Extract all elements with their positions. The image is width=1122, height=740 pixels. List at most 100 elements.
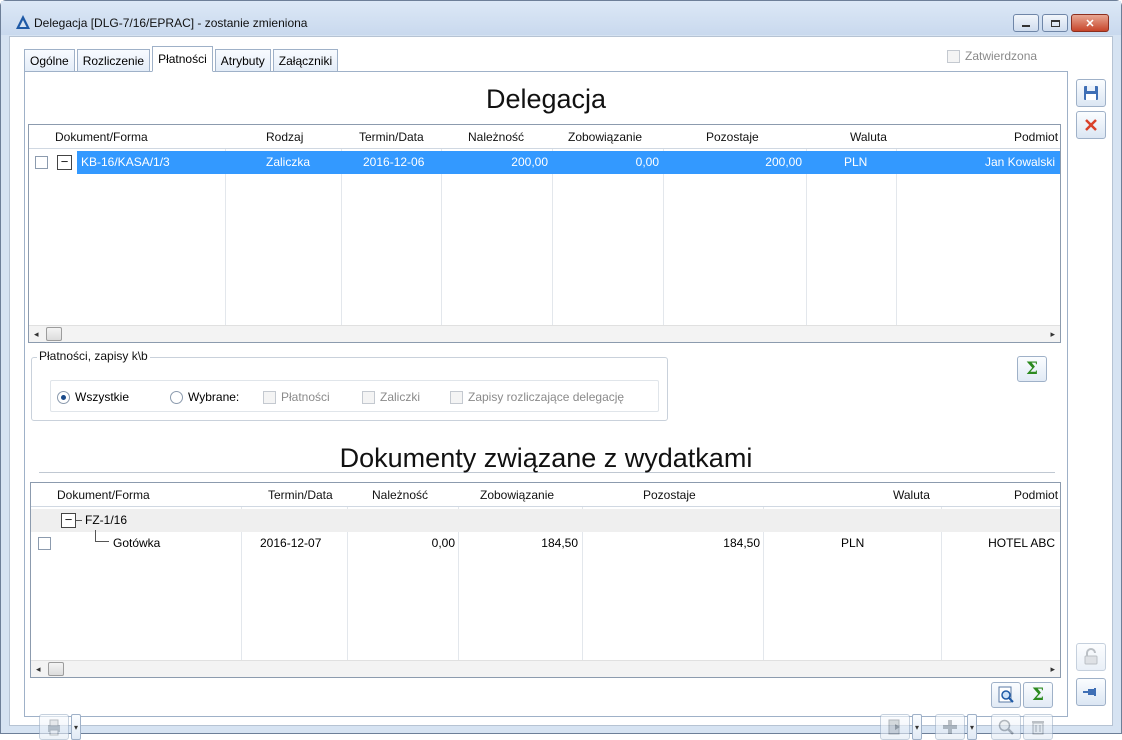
scroll-left-icon[interactable]: ◂ <box>36 661 41 677</box>
payments-grid[interactable]: Dokument/Forma Rodzaj Termin/Data Należn… <box>28 124 1061 343</box>
padlock-icon <box>1084 648 1098 665</box>
open-document-button[interactable] <box>880 714 910 740</box>
tab-rozliczenie[interactable]: Rozliczenie <box>76 49 151 72</box>
dialog-client: Ogólne Rozliczenie Płatności Atrybuty Za… <box>9 36 1113 740</box>
cell-currency: PLN <box>844 155 868 169</box>
collapse-toggle[interactable]: − <box>61 513 76 528</box>
filter-options: Wszystkie Wybrane: Płatności Zaliczki Za… <box>50 380 659 412</box>
cell-liability: 0,00 <box>635 155 659 169</box>
grid-header: Dokument/Forma Termin/Data Należność Zob… <box>31 483 1060 507</box>
col-divider <box>441 149 442 326</box>
checkbox-box <box>263 390 276 404</box>
row-checkbox[interactable] <box>35 156 48 169</box>
preview-button[interactable] <box>991 682 1021 708</box>
search-button[interactable] <box>991 714 1021 740</box>
checkbox-payments[interactable]: Płatności <box>263 381 330 413</box>
expenses-grid[interactable]: Dokument/Forma Termin/Data Należność Zob… <box>30 482 1061 678</box>
cell-document: KB-16/KASA/1/3 <box>81 155 170 169</box>
delete-button[interactable] <box>1023 714 1053 740</box>
pin-button[interactable] <box>1076 678 1106 706</box>
unlock-button[interactable] <box>1076 643 1106 671</box>
radio-dot <box>57 390 70 404</box>
col-header-receivable[interactable]: Należność <box>372 483 428 507</box>
title-bar[interactable]: Delegacja [DLG-7/16/EPRAC] - zostanie zm… <box>1 1 1121 35</box>
horizontal-scrollbar[interactable]: ◂ ▸ <box>29 325 1060 342</box>
cell-document: Gotówka <box>113 536 161 550</box>
col-header-liability[interactable]: Zobowiązanie <box>480 483 554 507</box>
col-header-entity[interactable]: Podmiot <box>1014 125 1058 149</box>
radio-all[interactable]: Wszystkie <box>57 381 129 413</box>
row-highlight <box>77 151 1060 174</box>
col-header-document[interactable]: Dokument/Forma <box>55 125 148 149</box>
tree-connector <box>76 520 82 521</box>
checkbox-advances[interactable]: Zaliczki <box>362 381 420 413</box>
tab-panel-platnosci: Delegacja Dokument/Forma Rodzaj Termin/D… <box>24 71 1068 740</box>
add-button[interactable] <box>935 714 965 740</box>
col-header-remaining[interactable]: Pozostaje <box>643 483 696 507</box>
magnifier-icon <box>998 719 1014 735</box>
minimize-button[interactable] <box>1013 14 1039 32</box>
checkbox-advances-label: Zaliczki <box>380 390 421 404</box>
scroll-right-icon[interactable]: ▸ <box>1050 326 1055 342</box>
floppy-disk-icon <box>1084 86 1098 100</box>
col-divider <box>806 149 807 326</box>
print-button[interactable] <box>39 714 69 740</box>
col-header-date[interactable]: Termin/Data <box>359 125 424 149</box>
cell-type: Zaliczka <box>266 155 311 169</box>
table-row[interactable]: − KB-16/KASA/1/3 Zaliczka 2016-12-06 200… <box>29 151 1060 174</box>
section-title-delegacja: Delegacja <box>485 84 607 114</box>
app-logo-icon <box>16 15 30 29</box>
col-divider <box>341 149 342 326</box>
scroll-thumb[interactable] <box>48 662 64 676</box>
open-document-dropdown[interactable]: ▾ <box>912 714 922 740</box>
tab-atrybuty[interactable]: Atrybuty <box>214 49 271 72</box>
group-row[interactable]: − FZ-1/16 <box>31 509 1060 532</box>
cell-receivable: 200,00 <box>511 155 548 169</box>
checkbox-box <box>450 390 463 404</box>
close-x-icon <box>1085 119 1097 131</box>
close-button[interactable]: ✕ <box>1071 14 1109 32</box>
filter-legend: Płatności, zapisy k\b <box>37 349 150 363</box>
scroll-left-icon[interactable]: ◂ <box>34 326 39 342</box>
print-dropdown[interactable]: ▾ <box>71 714 81 740</box>
tab-label: Ogólne <box>30 53 69 68</box>
table-row[interactable]: Gotówka 2016-12-07 0,00 184,50 184,50 PL… <box>31 530 1060 555</box>
col-divider <box>225 149 226 326</box>
cell-date: 2016-12-06 <box>363 155 425 169</box>
add-dropdown[interactable]: ▾ <box>967 714 977 740</box>
col-header-type[interactable]: Rodzaj <box>266 125 303 149</box>
tab-platnosci[interactable]: Płatności <box>152 46 213 72</box>
scroll-right-icon[interactable]: ▸ <box>1050 661 1055 677</box>
collapse-toggle[interactable]: − <box>57 155 72 170</box>
scroll-thumb[interactable] <box>46 327 62 341</box>
col-header-currency[interactable]: Waluta <box>850 125 887 149</box>
checkbox-box <box>947 49 960 63</box>
col-header-date[interactable]: Termin/Data <box>268 483 333 507</box>
approved-checkbox[interactable]: Zatwierdzona <box>947 49 1037 63</box>
col-header-entity[interactable]: Podmiot <box>1014 483 1058 507</box>
pin-icon <box>1083 688 1096 696</box>
window-title: Delegacja [DLG-7/16/EPRAC] - zostanie zm… <box>34 16 308 30</box>
sum-button-bottom[interactable]: Σ <box>1023 682 1053 708</box>
preview-document-icon <box>998 686 1014 703</box>
cancel-button[interactable] <box>1076 111 1106 139</box>
col-header-receivable[interactable]: Należność <box>468 125 524 149</box>
maximize-button[interactable] <box>1042 14 1068 32</box>
tab-strip: Ogólne Rozliczenie Płatności Atrybuty Za… <box>24 46 339 72</box>
horizontal-scrollbar[interactable]: ◂ ▸ <box>31 660 1060 677</box>
col-header-currency[interactable]: Waluta <box>893 483 930 507</box>
trash-icon <box>1032 721 1044 735</box>
document-arrow-icon <box>888 719 900 735</box>
col-header-remaining[interactable]: Pozostaje <box>706 125 759 149</box>
radio-selected-label: Wybrane: <box>188 390 240 404</box>
save-button[interactable] <box>1076 79 1106 107</box>
row-checkbox[interactable] <box>38 537 51 550</box>
sum-button-top[interactable]: Σ <box>1017 356 1047 382</box>
col-header-liability[interactable]: Zobowiązanie <box>568 125 642 149</box>
tab-zalaczniki[interactable]: Załączniki <box>272 49 339 72</box>
col-divider <box>663 149 664 326</box>
radio-selected[interactable]: Wybrane: <box>170 381 239 413</box>
tab-ogolne[interactable]: Ogólne <box>24 49 75 72</box>
checkbox-settling[interactable]: Zapisy rozliczające delegację <box>450 381 624 413</box>
col-header-document[interactable]: Dokument/Forma <box>57 483 150 507</box>
